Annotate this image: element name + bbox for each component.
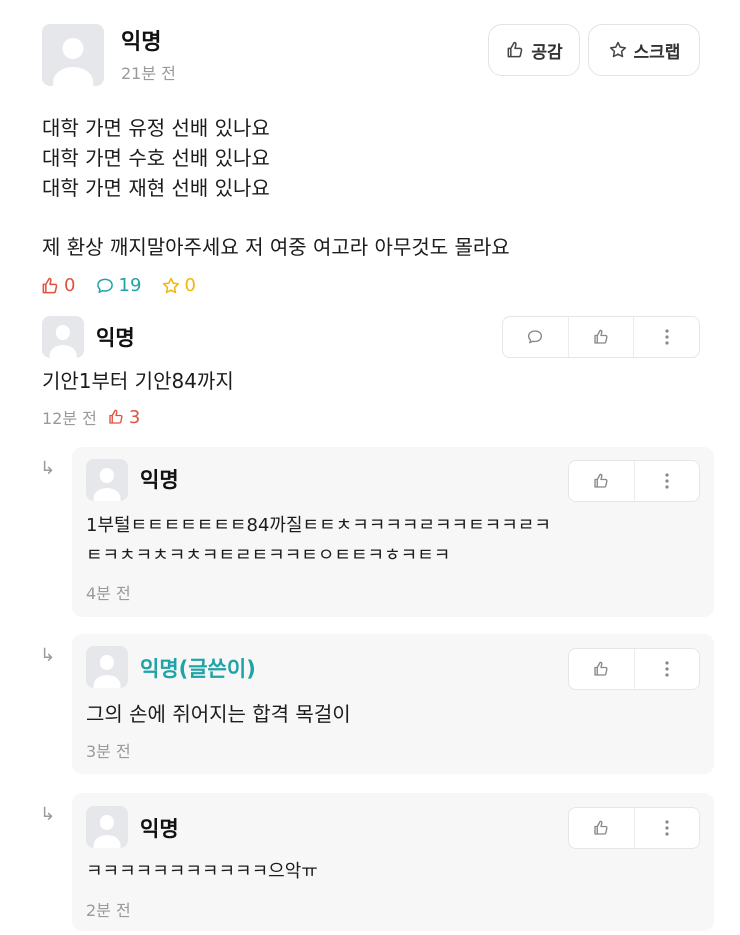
- post-body: 대학 가면 유정 선배 있나요 대학 가면 수호 선배 있나요 대학 가면 재현…: [42, 113, 270, 203]
- reply-text: ㅋㅋㅋㅋㅋㅋㅋㅋㅋㅋㅋ으악ㅠ: [86, 861, 318, 882]
- reply-arrow-icon: ↳: [40, 645, 56, 666]
- reply-time: 2분 전: [86, 901, 131, 920]
- more-options-button[interactable]: [633, 649, 700, 689]
- like-button[interactable]: 공감: [488, 24, 580, 76]
- comment-like-count-value: 3: [128, 406, 141, 428]
- thumbs-up-icon: [505, 40, 525, 60]
- thumbs-up-icon: [594, 661, 608, 676]
- post-author: 익명: [121, 30, 162, 55]
- comment-author: 익명: [96, 326, 135, 350]
- comment-like-button[interactable]: [567, 317, 634, 357]
- post-line: 대학 가면 재현 선배 있나요: [42, 176, 270, 200]
- scrap-button-label: 스크랩: [633, 42, 681, 63]
- like-button-label: 공감: [531, 42, 563, 63]
- reply-author: 익명: [140, 468, 179, 492]
- avatar: [86, 646, 128, 688]
- like-count-value: 0: [64, 275, 76, 296]
- vertical-dots-icon: [665, 820, 669, 836]
- reply-author: 익명: [140, 817, 179, 841]
- reply-text: 1부털ㅌㅌㅌㅌㅌㅌㅌ84까질ㅌㅌㅊㅋㅋㅋㅋㄹㅋㅋㅌㅋㅋㄹㅋ ㅌㅋㅊㅋㅊㅋㅊㅋㅌㄹ…: [86, 511, 551, 571]
- scrap-count: 0: [161, 275, 196, 296]
- more-options-button[interactable]: [633, 808, 700, 848]
- reply-actions: [568, 460, 700, 502]
- comment-actions: [502, 316, 700, 358]
- comment-time: 12분 전: [42, 409, 97, 428]
- vertical-dots-icon: [665, 329, 669, 345]
- vertical-dots-icon: [665, 661, 669, 677]
- more-options-button[interactable]: [633, 461, 700, 501]
- reply-text: 그의 손에 쥐어지는 합격 목걸이: [86, 702, 351, 726]
- comment-text: 기안1부터 기안84까지: [42, 369, 234, 393]
- post-line: 대학 가면 수호 선배 있나요: [42, 146, 270, 170]
- reply-author: 익명(글쓴이): [140, 657, 256, 681]
- avatar: [86, 459, 128, 501]
- speech-bubble-icon: [96, 278, 113, 293]
- reply-arrow-icon: ↳: [40, 804, 56, 825]
- thumbs-up-icon: [594, 820, 608, 835]
- thumbs-up-icon: [42, 277, 58, 293]
- vertical-dots-icon: [665, 473, 669, 489]
- comment-count: 19: [95, 275, 142, 296]
- comment-count-value: 19: [118, 275, 142, 296]
- like-count: 0: [40, 275, 75, 296]
- reply-like-button[interactable]: [569, 808, 634, 848]
- reply-like-button[interactable]: [569, 649, 634, 689]
- avatar: [42, 316, 84, 358]
- post-line: 제 환상 깨지말아주세요 저 여중 여고라 아무것도 몰라요: [42, 235, 510, 259]
- reply-line: ㅌㅋㅊㅋㅊㅋㅊㅋㅌㄹㅌㅋㅋㅌㅇㅌㅌㅋㅎㅋㅌㅋ: [86, 545, 451, 566]
- scrap-count-value: 0: [184, 275, 196, 296]
- reply-arrow-icon: ↳: [40, 458, 56, 479]
- comment-meta: 12분 전 3: [42, 405, 140, 429]
- reply-time: 4분 전: [86, 584, 131, 603]
- avatar: [86, 806, 128, 848]
- reply-button[interactable]: [503, 317, 568, 357]
- reply-actions: [568, 648, 700, 690]
- more-options-button[interactable]: [633, 317, 699, 357]
- thumbs-up-icon: [594, 329, 608, 344]
- thumbs-up-icon: [109, 409, 123, 424]
- speech-bubble-icon: [528, 330, 543, 344]
- reply-line: 1부털ㅌㅌㅌㅌㅌㅌㅌ84까질ㅌㅌㅊㅋㅋㅋㅋㄹㅋㅋㅌㅋㅋㄹㅋ: [86, 515, 551, 536]
- reply-time: 3분 전: [86, 742, 131, 761]
- post-time: 21분 전: [121, 64, 176, 83]
- scrap-button[interactable]: 스크랩: [588, 24, 700, 76]
- post-line: 대학 가면 유정 선배 있나요: [42, 116, 270, 140]
- thumbs-up-icon: [594, 473, 608, 488]
- star-icon: [162, 277, 179, 293]
- reply-actions: [568, 807, 700, 849]
- star-icon: [608, 40, 628, 60]
- post-stats: 0 19 0: [40, 275, 210, 300]
- avatar: [42, 24, 104, 86]
- reply-like-button[interactable]: [569, 461, 634, 501]
- comment-like-count: 3: [107, 407, 140, 428]
